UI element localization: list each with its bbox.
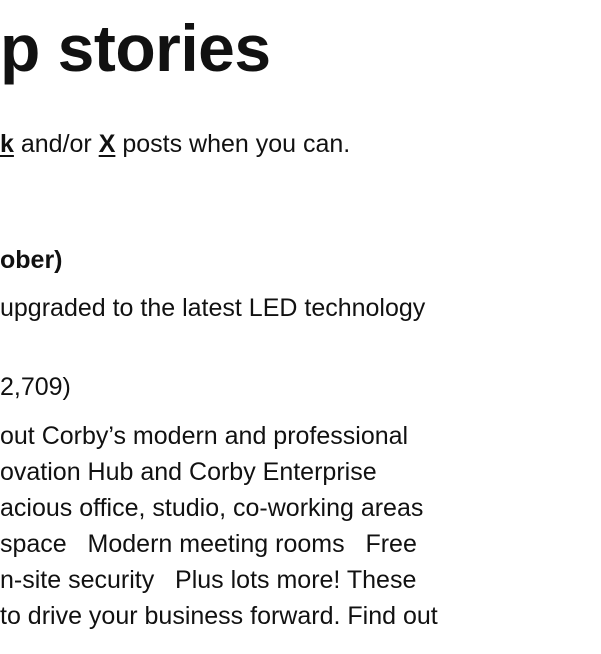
story-body-line: acious office, studio, co-working areas	[0, 494, 424, 522]
story-body-line: out Corby’s modern and professional	[0, 422, 409, 450]
story-heading[interactable]: ober)	[0, 244, 63, 277]
intro-text-after: posts when you can.	[115, 130, 351, 158]
page-title-text: p stories	[0, 11, 271, 85]
story-meta: 2,709)	[0, 371, 71, 404]
story-heading-text: ober)	[0, 246, 63, 274]
story-summary-text: upgraded to the latest LED technology	[0, 294, 426, 322]
story-body-line: ovation Hub and Corby Enterprise	[0, 458, 377, 486]
story-meta-text: 2,709)	[0, 373, 71, 401]
page-title: p stories	[0, 12, 271, 85]
social-link-x[interactable]: X	[99, 130, 116, 158]
page-viewport: p stories k and/or X posts when you can.…	[0, 0, 601, 654]
intro-text-middle: and/or	[13, 130, 99, 158]
story-body-line: to drive your business forward. Find out	[0, 602, 438, 630]
story-body-line: n-site security Plus lots more! These	[0, 566, 417, 594]
story-body-line: space Modern meeting rooms Free	[0, 530, 417, 558]
story-summary: upgraded to the latest LED technology	[0, 292, 425, 325]
social-link-k[interactable]: k	[0, 130, 14, 158]
story-body: out Corby’s modern and professional ovat…	[0, 418, 438, 634]
intro-paragraph: k and/or X posts when you can.	[0, 128, 350, 161]
